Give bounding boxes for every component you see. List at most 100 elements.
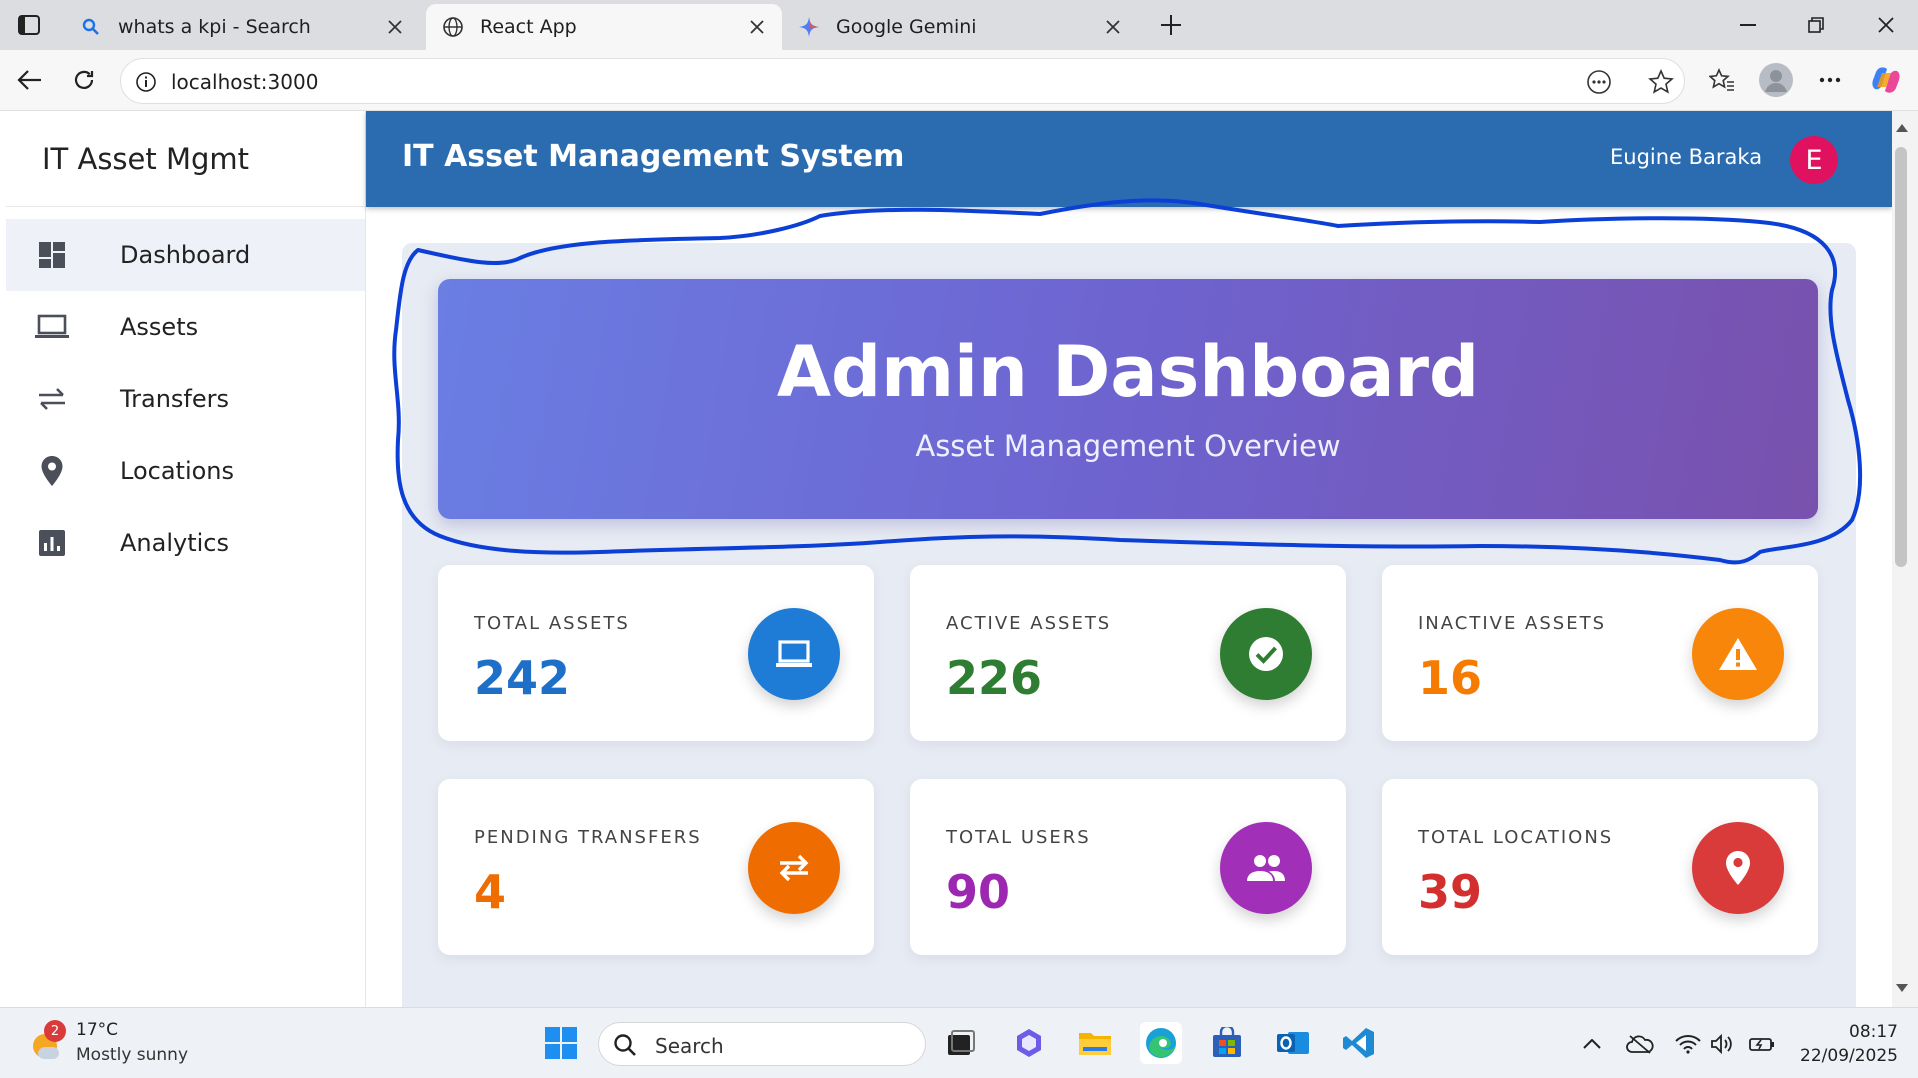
laptop-icon [748, 608, 840, 700]
new-tab-icon[interactable] [1156, 10, 1186, 40]
copilot-app-icon[interactable] [1008, 1022, 1050, 1064]
tab-gemini[interactable]: Google Gemini [782, 4, 1138, 50]
stat-card-active-assets[interactable]: ACTIVE ASSETS 226 [910, 565, 1346, 741]
scroll-down-icon[interactable] [1895, 981, 1909, 995]
sidebar-brand: IT Asset Mgmt [6, 111, 365, 207]
browser-toolbar: localhost:3000 [0, 50, 1918, 111]
stat-card-total-users[interactable]: TOTAL USERS 90 [910, 779, 1346, 955]
tab-title: React App [480, 16, 577, 38]
tab-react-app[interactable]: React App [426, 4, 782, 50]
users-icon [1220, 822, 1312, 914]
page-subtitle: Asset Management Overview [915, 429, 1341, 463]
sidebar-item-locations[interactable]: Locations [6, 435, 365, 507]
search-icon [78, 14, 104, 40]
sidebar-nav: Dashboard Assets Transfers Locations Ana… [6, 219, 365, 579]
search-icon [614, 1034, 636, 1056]
wifi-icon[interactable] [1674, 1030, 1702, 1058]
stat-card-pending-transfers[interactable]: PENDING TRANSFERS 4 [438, 779, 874, 955]
sidebar-item-label: Analytics [120, 529, 229, 557]
copilot-icon[interactable] [1868, 62, 1904, 98]
weather-condition: Mostly sunny [76, 1045, 189, 1065]
sidebar: IT Asset Mgmt Dashboard Assets Transfers [6, 111, 366, 1007]
tab-title: Google Gemini [836, 16, 977, 38]
user-name[interactable]: Eugine Baraka [1610, 145, 1762, 169]
minimize-icon[interactable] [1728, 10, 1768, 40]
profile-avatar-icon[interactable] [1758, 62, 1794, 98]
sidebar-item-label: Dashboard [120, 241, 251, 269]
address-bar[interactable]: localhost:3000 [120, 58, 1685, 104]
app-title: IT Asset Management System [402, 139, 905, 174]
stat-value: 16 [1418, 651, 1483, 705]
taskbar-search-label: Search [655, 1034, 724, 1058]
sidebar-item-label: Assets [120, 313, 199, 341]
sidebar-item-dashboard[interactable]: Dashboard [6, 219, 365, 291]
favorite-star-icon[interactable] [1645, 66, 1677, 98]
chevron-up-icon[interactable] [1578, 1030, 1606, 1058]
sidebar-item-label: Locations [120, 457, 235, 485]
settings-more-icon[interactable] [1812, 62, 1848, 98]
sidebar-item-assets[interactable]: Assets [6, 291, 365, 363]
start-icon[interactable] [540, 1022, 582, 1064]
avatar[interactable]: E [1790, 136, 1838, 184]
hero-banner: Admin Dashboard Asset Management Overvie… [438, 279, 1818, 519]
stat-label: INACTIVE ASSETS [1418, 613, 1607, 634]
clock-date: 22/09/2025 [1800, 1046, 1898, 1066]
close-window-icon[interactable] [1866, 10, 1906, 40]
stat-card-inactive-assets[interactable]: INACTIVE ASSETS 16 [1382, 565, 1818, 741]
restore-icon[interactable] [1796, 10, 1836, 40]
app-viewport: IT Asset Mgmt Dashboard Assets Transfers [0, 111, 1918, 1007]
volume-icon[interactable] [1708, 1030, 1736, 1058]
transfer-icon [748, 822, 840, 914]
clock-time: 08:17 [1849, 1022, 1898, 1042]
warning-icon [1692, 608, 1784, 700]
laptop-icon [32, 307, 72, 347]
analytics-icon [32, 523, 72, 563]
gemini-icon [796, 14, 822, 40]
battery-icon[interactable] [1748, 1030, 1776, 1058]
edge-browser-icon[interactable] [1140, 1022, 1182, 1064]
favorites-icon[interactable] [1704, 62, 1740, 98]
stat-card-total-assets[interactable]: TOTAL ASSETS 242 [438, 565, 874, 741]
url-text[interactable]: localhost:3000 [171, 70, 318, 94]
page-title: Admin Dashboard [776, 331, 1480, 413]
weather-widget[interactable]: 2 17°C Mostly sunny [28, 1018, 248, 1070]
weather-temp: 17°C [76, 1020, 119, 1040]
location-pin-icon [32, 451, 72, 491]
stat-value: 39 [1418, 865, 1483, 919]
stat-label: PENDING TRANSFERS [474, 827, 702, 848]
windows-taskbar: 2 17°C Mostly sunny Search 08:17 22/09/2… [0, 1007, 1918, 1078]
back-icon[interactable] [12, 62, 48, 98]
stat-value: 226 [946, 651, 1043, 705]
refresh-icon[interactable] [66, 62, 102, 98]
close-tab-icon[interactable] [1102, 16, 1124, 38]
stat-card-total-locations[interactable]: TOTAL LOCATIONS 39 [1382, 779, 1818, 955]
stat-value: 4 [474, 865, 507, 919]
globe-icon [440, 14, 466, 40]
task-view-icon[interactable] [940, 1022, 982, 1064]
tab-actions-icon[interactable] [14, 10, 44, 40]
sidebar-item-transfers[interactable]: Transfers [6, 363, 365, 435]
stat-value: 242 [474, 651, 571, 705]
system-clock[interactable]: 08:17 22/09/2025 [1788, 1020, 1898, 1068]
more-options-circle-icon[interactable] [1583, 66, 1615, 98]
scroll-up-icon[interactable] [1895, 121, 1909, 135]
outlook-icon[interactable] [1272, 1022, 1314, 1064]
tab-search[interactable]: whats a kpi - Search [64, 4, 420, 50]
transfer-icon [32, 379, 72, 419]
stat-label: TOTAL ASSETS [474, 613, 630, 634]
location-pin-icon [1692, 822, 1784, 914]
vscode-icon[interactable] [1338, 1022, 1380, 1064]
close-tab-icon[interactable] [384, 16, 406, 38]
notification-badge: 2 [44, 1020, 66, 1042]
sidebar-item-analytics[interactable]: Analytics [6, 507, 365, 579]
close-tab-icon[interactable] [746, 16, 768, 38]
file-explorer-icon[interactable] [1074, 1022, 1116, 1064]
taskbar-search[interactable]: Search [598, 1022, 926, 1066]
site-info-icon[interactable] [133, 69, 159, 95]
sidebar-item-label: Transfers [120, 385, 230, 413]
scrollbar-thumb[interactable] [1895, 147, 1907, 567]
stat-label: TOTAL USERS [946, 827, 1091, 848]
microsoft-store-icon[interactable] [1206, 1022, 1248, 1064]
browser-tab-strip: whats a kpi - Search React App Google Ge… [0, 0, 1918, 50]
onedrive-icon[interactable] [1626, 1030, 1654, 1058]
